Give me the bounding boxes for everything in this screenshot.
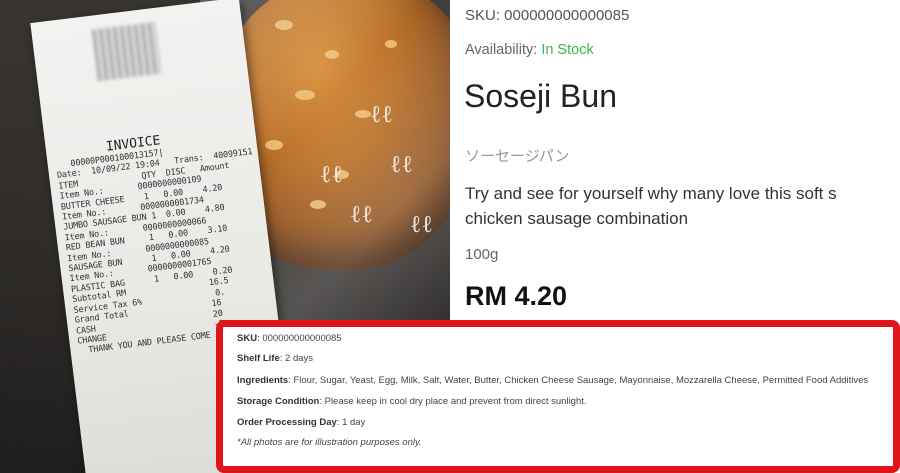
availability-label: Availability: bbox=[465, 42, 538, 58]
detail-shelf-value: : 2 days bbox=[279, 353, 314, 364]
product-name: Soseji Bun bbox=[464, 78, 617, 114]
detail-processing: Order Processing Day: 1 day bbox=[237, 417, 879, 429]
detail-ingredients-label: Ingredients bbox=[237, 375, 289, 386]
product-price: RM 4.20 bbox=[465, 281, 568, 311]
detail-sku: SKU: 000000000000085 bbox=[237, 333, 879, 345]
detail-storage-value: : Please keep in cool dry place and prev… bbox=[319, 396, 587, 407]
detail-sku-value: : 000000000000085 bbox=[257, 333, 342, 344]
qr-code-icon bbox=[91, 21, 162, 82]
availability-status: In Stock bbox=[541, 42, 594, 58]
product-details-box: SKU: 000000000000085 Shelf Life: 2 days … bbox=[216, 320, 900, 473]
detail-ingredients: Ingredients: Flour, Sugar, Yeast, Egg, M… bbox=[237, 375, 879, 387]
availability: Availability: In Stock bbox=[465, 42, 594, 58]
description-line-1: Try and see for yourself why many love t… bbox=[465, 184, 837, 203]
product-name-japanese: ソーセージパン bbox=[465, 147, 570, 165]
disclaimer: *All photos are for illustration purpose… bbox=[237, 437, 422, 448]
product-weight: 100g bbox=[465, 246, 499, 263]
detail-processing-value: : 1 day bbox=[336, 417, 366, 428]
detail-shelf-label: Shelf Life bbox=[237, 353, 280, 364]
detail-shelf-life: Shelf Life: 2 days bbox=[237, 353, 879, 365]
product-description: Try and see for yourself why many love t… bbox=[465, 181, 900, 231]
detail-processing-label: Order Processing Day bbox=[237, 417, 337, 428]
description-line-2: chicken sausage combination bbox=[465, 209, 689, 228]
detail-storage-label: Storage Condition bbox=[237, 396, 320, 407]
product-sku: SKU: 000000000000085 bbox=[465, 7, 630, 24]
detail-storage: Storage Condition: Please keep in cool d… bbox=[237, 396, 879, 408]
detail-sku-label: SKU bbox=[237, 333, 258, 344]
detail-ingredients-value: : Flour, Sugar, Yeast, Egg, Milk, Salt, … bbox=[288, 375, 869, 386]
